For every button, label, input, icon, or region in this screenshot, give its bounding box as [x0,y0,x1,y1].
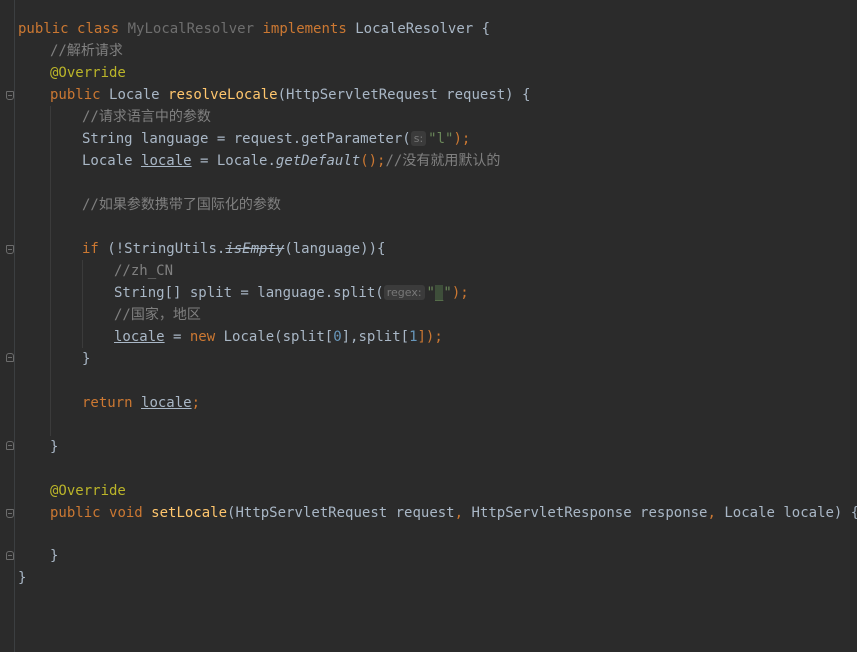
fold-marker-icon[interactable] [6,91,14,100]
type-name: Locale [109,87,160,103]
code-text: , [454,505,464,521]
code-line[interactable]: return locale; [82,392,200,414]
variable: locale [114,329,165,345]
method-params: HttpServletResponse response [463,505,708,521]
parameter-hint: s: [410,131,427,146]
keyword: if [82,241,99,257]
code-comment[interactable]: //zh_CN [114,260,173,282]
interface-name: LocaleResolver [355,21,474,37]
keyword: class [77,21,120,37]
code-text: Locale(split[ [215,329,334,345]
indent-guide [50,106,51,436]
editor-gutter [0,0,15,652]
annotation[interactable]: @Override [50,62,126,84]
code-line[interactable]: public void setLocale(HttpServletRequest… [50,502,857,524]
code-line[interactable]: String[] split = language.split(regex: "_… [114,282,469,304]
keyword: void [109,505,143,521]
method-name: setLocale [151,505,228,521]
closing-brace[interactable]: } [50,545,58,567]
number-literal: 0 [333,329,342,345]
keyword: public [50,505,101,521]
code-comment[interactable]: //解析请求 [50,40,123,62]
method-params: (HttpServletRequest request [227,505,455,521]
keyword: public [18,21,69,37]
code-line[interactable]: Locale locale = Locale.getDefault();//没有… [82,150,500,172]
keyword: public [50,87,101,103]
code-text: (); [360,153,386,169]
code-text: = Locale. [191,153,276,169]
method-call: getDefault [275,153,361,169]
type-name: Locale [82,153,133,169]
fold-marker-icon[interactable] [6,441,14,450]
string-quote: " [443,285,452,301]
code-text: ; [191,395,201,411]
code-text: , [707,505,716,521]
code-text: String language = request.getParameter( [82,131,411,147]
fold-marker-icon[interactable] [6,353,14,362]
closing-brace[interactable]: } [50,436,58,458]
class-name: MyLocalResolver [127,21,255,37]
code-comment[interactable]: //请求语言中的参数 [82,106,211,128]
code-text: (!StringUtils. [107,241,226,257]
method-params: Locale locale) { [715,505,857,521]
code-editor[interactable]: public class MyLocalResolver implements … [0,0,857,652]
code-comment: //没有就用默认的 [385,153,501,169]
code-text: ]); [417,329,443,345]
string-literal: "l" [428,131,454,147]
code-text: String[] split = language.split( [114,285,384,301]
brace: { [481,21,491,37]
code-text: = [164,329,190,345]
code-text: ); [453,131,471,147]
number-literal: 1 [409,329,418,345]
code-text: (language)){ [284,241,386,257]
code-text: ],split[ [341,329,410,345]
code-line[interactable]: public class MyLocalResolver implements … [18,18,490,40]
annotation[interactable]: @Override [50,480,126,502]
parameter-hint: regex: [383,285,425,300]
code-comment[interactable]: //国家，地区 [114,304,201,326]
method-params: (HttpServletRequest request) { [277,87,531,103]
code-text: ); [451,285,469,301]
code-line[interactable]: public Locale resolveLocale(HttpServletR… [50,84,530,106]
code-line[interactable]: locale = new Locale(split[0],split[1]); [114,326,443,348]
string-quote: " [426,285,435,301]
code-line[interactable]: String language = request.getParameter(s… [82,128,470,150]
method-name: resolveLocale [168,87,278,103]
variable: locale [141,153,192,169]
keyword: implements [262,21,347,37]
fold-marker-icon[interactable] [6,509,14,518]
variable: locale [141,395,192,411]
closing-brace[interactable]: } [82,348,90,370]
keyword: new [189,329,216,345]
closing-brace[interactable]: } [18,567,26,589]
fold-marker-icon[interactable] [6,245,14,254]
method-call: isEmpty [225,241,285,257]
fold-marker-icon[interactable] [6,551,14,560]
code-comment[interactable]: //如果参数携带了国际化的参数 [82,194,281,216]
keyword: return [82,395,133,411]
code-line[interactable]: if (!StringUtils.isEmpty(language)){ [82,238,385,260]
indent-guide [82,260,83,348]
